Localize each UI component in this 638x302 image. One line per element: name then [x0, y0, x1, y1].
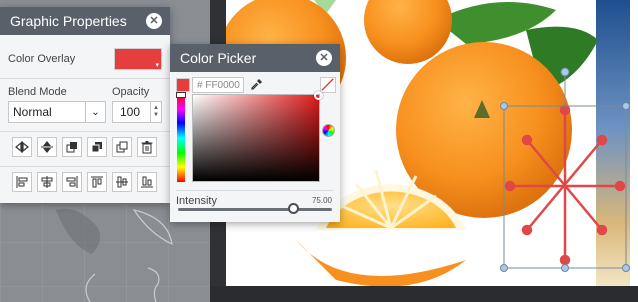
- orange-fruit[interactable]: [364, 0, 452, 64]
- align-bottom-icon[interactable]: [137, 172, 157, 192]
- intensity-label: Intensity: [176, 195, 217, 207]
- divider: [0, 78, 170, 79]
- graphic-properties-panel: Graphic Properties ✕ Color Overlay ▾ Ble…: [0, 7, 170, 203]
- align-top-icon[interactable]: [87, 172, 107, 192]
- blend-mode-value: Normal: [13, 105, 52, 119]
- no-color-icon[interactable]: [320, 77, 336, 93]
- intensity-slider-track[interactable]: [178, 208, 332, 211]
- color-wheel-icon[interactable]: [322, 124, 335, 137]
- color-picker-body: # FF0000 Intensity 75.00: [170, 72, 340, 222]
- panel-title: Graphic Properties: [10, 13, 127, 29]
- resize-handle[interactable]: [500, 264, 508, 272]
- resize-handle[interactable]: [622, 102, 630, 110]
- resize-handle[interactable]: [622, 264, 630, 272]
- hex-value: # FF0000: [197, 79, 240, 91]
- align-middle-icon[interactable]: [112, 172, 132, 192]
- flip-vertical-icon[interactable]: [37, 137, 57, 157]
- saturation-handle[interactable]: [314, 91, 323, 100]
- stepper-arrows-icon[interactable]: ▲ ▼: [150, 102, 161, 122]
- hex-input[interactable]: # FF0000: [192, 77, 244, 93]
- color-overlay-swatch[interactable]: ▾: [114, 48, 162, 70]
- current-color-swatch: [176, 78, 190, 92]
- chevron-down-icon: ⌄: [85, 102, 105, 122]
- align-right-icon[interactable]: [62, 172, 82, 192]
- canvas-bottom-bar: [210, 286, 638, 302]
- hue-handle[interactable]: [176, 92, 186, 98]
- flip-horizontal-icon[interactable]: [12, 137, 32, 157]
- saturation-field[interactable]: [192, 94, 320, 182]
- eyedropper-icon[interactable]: [250, 77, 264, 91]
- color-overlay-row: Color Overlay ▾: [8, 47, 162, 71]
- graphic-properties-header[interactable]: Graphic Properties ✕: [0, 7, 170, 35]
- align-center-icon[interactable]: [37, 172, 57, 192]
- divider: [0, 131, 170, 132]
- intensity-slider-thumb[interactable]: [288, 203, 299, 214]
- resize-handle[interactable]: [500, 102, 508, 110]
- close-icon[interactable]: ✕: [316, 50, 332, 66]
- divider: [0, 166, 170, 167]
- blend-mode-select[interactable]: Normal ⌄: [8, 101, 106, 123]
- intensity-value: 75.00: [311, 196, 332, 205]
- close-icon[interactable]: ✕: [146, 13, 162, 29]
- color-picker-header[interactable]: Color Picker ✕: [170, 44, 340, 72]
- opacity-label: Opacity: [112, 86, 150, 98]
- opacity-value: 100: [120, 105, 141, 119]
- panel-title: Color Picker: [180, 50, 257, 66]
- opacity-stepper[interactable]: 100 ▲ ▼: [112, 101, 162, 123]
- send-backward-icon[interactable]: [87, 137, 107, 157]
- hue-slider[interactable]: [177, 94, 185, 182]
- align-left-icon[interactable]: [12, 172, 32, 192]
- chevron-down-icon: ▾: [155, 62, 159, 69]
- duplicate-icon[interactable]: [112, 137, 132, 157]
- color-picker-panel: Color Picker ✕ # FF0000 Intensity 75.00: [170, 44, 340, 222]
- divider: [176, 190, 334, 191]
- rotate-handle[interactable]: [560, 67, 570, 77]
- bring-forward-icon[interactable]: [62, 137, 82, 157]
- color-overlay-label: Color Overlay: [8, 53, 76, 65]
- delete-icon[interactable]: [137, 137, 157, 157]
- resize-handle[interactable]: [561, 264, 569, 272]
